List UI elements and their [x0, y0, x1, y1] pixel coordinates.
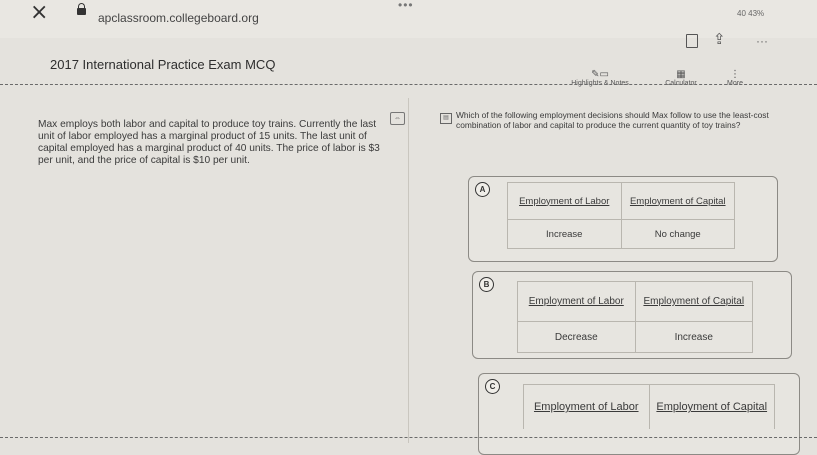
expand-pane-icon[interactable]: ⇔	[390, 112, 405, 125]
header-capital: Employment of Capital	[648, 384, 775, 429]
option-b-table: Employment of Labor Employment of Capita…	[517, 281, 753, 353]
answer-option-b[interactable]: B Employment of Labor Employment of Capi…	[472, 271, 792, 359]
header-capital: Employment of Capital	[620, 182, 735, 220]
bottom-divider	[0, 437, 817, 438]
option-a-table: Employment of Labor Employment of Capita…	[507, 182, 735, 249]
pane-divider[interactable]	[408, 98, 409, 443]
header-labor: Employment of Labor	[517, 281, 636, 322]
header-labor: Employment of Labor	[523, 384, 650, 429]
option-c-table: Employment of Labor Employment of Capita…	[523, 384, 775, 429]
address-bar-url[interactable]: apclassroom.collegeboard.org	[98, 11, 259, 25]
labor-value: Increase	[507, 219, 622, 249]
labor-value: Decrease	[517, 321, 636, 353]
mark-for-review-icon[interactable]: ▤	[440, 113, 452, 124]
more-options-icon[interactable]: ···	[756, 34, 768, 48]
capital-value: No change	[620, 219, 735, 249]
calculator-icon: ▦	[676, 69, 686, 80]
option-letter-c: C	[485, 379, 500, 394]
exam-title: 2017 International Practice Exam MCQ	[50, 57, 276, 72]
header-capital: Employment of Capital	[634, 281, 753, 322]
answer-option-a[interactable]: A Employment of Labor Employment of Capi…	[468, 176, 778, 262]
bookmark-icon[interactable]	[686, 34, 698, 48]
browser-toolbar: × apclassroom.collegeboard.org ••• 40 43…	[0, 0, 817, 38]
close-icon[interactable]: ×	[30, 0, 48, 25]
vertical-dots-icon: ⋮	[730, 69, 740, 80]
lock-icon	[77, 3, 86, 15]
option-letter-a: A	[475, 182, 490, 197]
question-stem: Which of the following employment decisi…	[456, 110, 769, 130]
header-divider	[0, 84, 817, 85]
header-labor: Employment of Labor	[507, 182, 622, 220]
option-letter-b: B	[479, 277, 494, 292]
status-indicators: 40 43%	[737, 9, 765, 18]
tab-handle-dots[interactable]: •••	[398, 0, 414, 12]
share-icon[interactable]: ⇪	[713, 30, 726, 48]
capital-value: Increase	[634, 321, 753, 353]
stimulus-passage: Max employs both labor and capital to pr…	[38, 119, 380, 166]
pen-icon: ✎▭	[591, 69, 609, 80]
